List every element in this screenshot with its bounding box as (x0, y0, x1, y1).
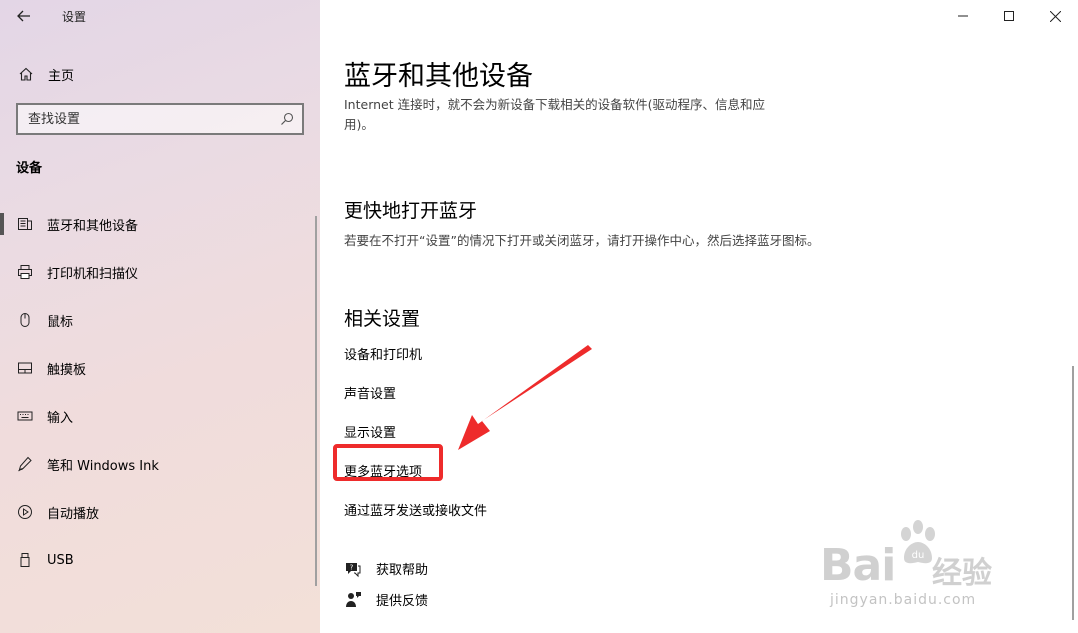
maximize-button[interactable] (986, 0, 1032, 32)
back-button[interactable] (0, 0, 48, 32)
sidebar-item-usb[interactable]: USB (0, 536, 320, 584)
search-icon[interactable] (280, 112, 294, 126)
quick-bluetooth-description: 若要在不打开“设置”的情况下打开或关闭蓝牙，请打开操作中心，然后选择蓝牙图标。 (344, 233, 820, 248)
sidebar-item-label: USB (47, 552, 74, 568)
sidebar-item-input[interactable]: 输入 (0, 392, 320, 440)
page-description: Internet 连接时，就不会为新设备下载相关的设备软件(驱动程序、信息和应用… (344, 97, 765, 132)
close-button[interactable] (1032, 0, 1078, 32)
highlight-box (333, 444, 443, 481)
sidebar-item-touchpad[interactable]: 触摸板 (0, 344, 320, 392)
quick-bluetooth-heading: 更快地打开蓝牙 (344, 200, 478, 222)
watermark-url: jingyan.baidu.com (830, 592, 977, 608)
sidebar-item-printers[interactable]: 打印机和扫描仪 (0, 248, 320, 296)
sidebar-scrollbar[interactable] (315, 216, 317, 586)
sidebar-item-mouse[interactable]: 鼠标 (0, 296, 320, 344)
home-nav-item[interactable]: 主页 (0, 58, 320, 90)
sidebar-item-autoplay[interactable]: 自动播放 (0, 488, 320, 536)
svg-text:du: du (912, 550, 925, 561)
baidu-watermark: Bai du 经验 jingyan.baidu.com (820, 512, 1030, 622)
sidebar: 设置 主页 设备 蓝牙和其他设备 打印机和扫描仪 鼠标 触摸板 输入 (0, 0, 320, 633)
get-help-label: 获取帮助 (376, 563, 429, 578)
sidebar-item-label: 蓝牙和其他设备 (47, 218, 139, 234)
home-icon (19, 67, 33, 81)
app-title: 设置 (62, 9, 87, 24)
red-arrow-icon (458, 345, 592, 450)
sidebar-item-label: 输入 (47, 410, 74, 426)
bluetooth-devices-icon (17, 216, 33, 232)
sidebar-item-label: 鼠标 (47, 314, 74, 330)
device-nav: 蓝牙和其他设备 打印机和扫描仪 鼠标 触摸板 输入 笔和 Windows Ink… (0, 200, 320, 584)
minimize-icon (958, 15, 968, 17)
give-feedback-link[interactable]: 提供反馈 (344, 590, 428, 609)
sidebar-item-label: 触摸板 (47, 362, 87, 378)
get-help-link[interactable]: ? 获取帮助 (344, 559, 428, 578)
printer-icon (17, 264, 33, 280)
svg-text:?: ? (350, 563, 354, 571)
window-controls (940, 0, 1078, 32)
back-arrow-icon (17, 10, 30, 22)
sidebar-item-label: 笔和 Windows Ink (47, 458, 159, 474)
minimize-button[interactable] (940, 0, 986, 32)
maximize-icon (1004, 11, 1014, 21)
keyboard-icon (17, 408, 33, 424)
close-icon (1049, 10, 1061, 22)
home-label: 主页 (48, 68, 75, 84)
title-bar: 设置 (0, 0, 320, 32)
help-chat-icon: ? (346, 562, 361, 577)
feedback-person-icon (346, 591, 361, 607)
watermark-brand: Bai (820, 540, 896, 591)
search-box[interactable] (16, 103, 304, 135)
sidebar-item-bluetooth[interactable]: 蓝牙和其他设备 (0, 200, 320, 248)
touchpad-icon (17, 360, 33, 376)
related-settings-heading: 相关设置 (344, 308, 421, 330)
sidebar-item-label: 打印机和扫描仪 (47, 266, 139, 282)
watermark-brand-suffix: 经验 (932, 556, 992, 591)
give-feedback-label: 提供反馈 (376, 594, 429, 609)
link-bluetooth-file-transfer[interactable]: 通过蓝牙发送或接收文件 (344, 490, 487, 529)
usb-icon (17, 552, 33, 568)
sidebar-item-pen[interactable]: 笔和 Windows Ink (0, 440, 320, 488)
sidebar-item-label: 自动播放 (47, 506, 100, 522)
main-scrollbar[interactable] (1072, 366, 1074, 620)
pen-icon (17, 456, 33, 472)
search-input[interactable] (28, 111, 268, 127)
autoplay-icon (17, 504, 33, 520)
mouse-icon (17, 312, 33, 328)
section-title: 设备 (16, 161, 43, 176)
page-title: 蓝牙和其他设备 (344, 61, 533, 92)
